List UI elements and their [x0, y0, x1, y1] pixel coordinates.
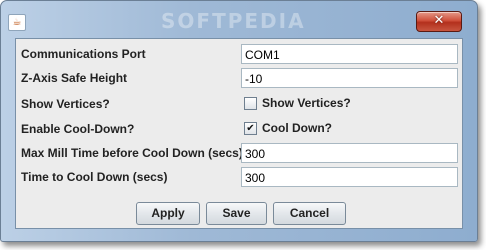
z-axis-safe-height-field[interactable]: -10 [241, 68, 458, 88]
row-communications-port: Communications Port COM1 [16, 44, 462, 66]
row-max-mill-time: Max Mill Time before Cool Down (secs) 30… [16, 143, 462, 165]
cool-down-checkbox-label[interactable]: Cool Down? [262, 121, 332, 135]
z-axis-safe-height-label: Z-Axis Safe Height [21, 71, 128, 85]
close-button[interactable]: ✕ [416, 11, 462, 32]
dialog-window: ☕ SOFTPEDIA ✕ Communications Port COM1 Z… [0, 0, 478, 242]
settings-panel: Communications Port COM1 Z-Axis Safe Hei… [15, 38, 463, 229]
row-enable-cool-down: Enable Cool-Down? ✔ Cool Down? [16, 119, 462, 141]
row-show-vertices: Show Vertices? Show Vertices? [16, 94, 462, 116]
watermark: SOFTPEDIA [161, 9, 306, 33]
save-button[interactable]: Save [206, 202, 267, 225]
title-bar[interactable]: ☕ SOFTPEDIA ✕ [1, 1, 477, 35]
row-time-to-cool-down: Time to Cool Down (secs) 300 [16, 167, 462, 189]
cancel-button[interactable]: Cancel [273, 202, 346, 225]
apply-button[interactable]: Apply [136, 202, 200, 225]
max-mill-time-label: Max Mill Time before Cool Down (secs) [21, 146, 243, 160]
show-vertices-checkbox-label[interactable]: Show Vertices? [262, 96, 351, 110]
max-mill-time-field[interactable]: 300 [241, 143, 458, 163]
java-app-icon: ☕ [8, 14, 26, 31]
cool-down-checkbox[interactable]: ✔ [244, 122, 257, 135]
enable-cool-down-label: Enable Cool-Down? [21, 122, 135, 136]
show-vertices-checkbox[interactable] [244, 97, 257, 110]
time-to-cool-down-label: Time to Cool Down (secs) [21, 170, 168, 184]
show-vertices-label: Show Vertices? [21, 97, 110, 111]
communications-port-field[interactable]: COM1 [241, 44, 458, 64]
communications-port-label: Communications Port [21, 47, 146, 61]
time-to-cool-down-field[interactable]: 300 [241, 167, 458, 187]
row-z-axis-safe-height: Z-Axis Safe Height -10 [16, 68, 462, 90]
